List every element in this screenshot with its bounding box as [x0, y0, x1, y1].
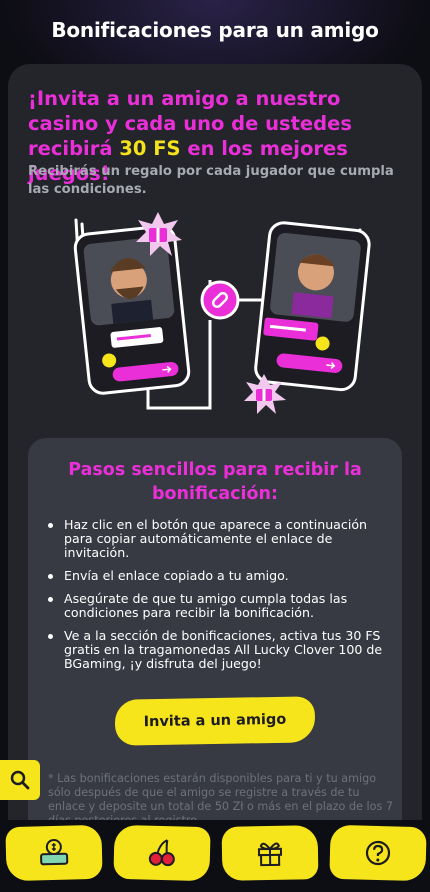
nav-bonuses[interactable] — [221, 825, 319, 881]
nav-games[interactable] — [113, 824, 211, 882]
step-item: Haz clic en el botón que aparece a conti… — [44, 518, 384, 560]
nav-help[interactable] — [329, 824, 427, 882]
step-item: Envía el enlace copiado a tu amigo. — [44, 569, 384, 583]
invite-illustration — [73, 212, 371, 414]
gift-icon — [257, 842, 283, 867]
nav-deposit[interactable] — [5, 824, 103, 882]
step-item: Ve a la sección de bonificaciones, activ… — [44, 629, 384, 671]
steps-title: Pasos sencillos para recibir la bonifica… — [68, 460, 362, 504]
cherries-icon — [148, 839, 175, 867]
steps-list: Haz clic en el botón que aparece a conti… — [44, 518, 384, 680]
headline-highlight: 30 FS — [119, 137, 181, 160]
help-icon — [365, 840, 391, 866]
search-button[interactable] — [0, 760, 40, 800]
invite-friend-button[interactable]: Invita a un amigo — [114, 696, 316, 746]
money-deposit-icon — [40, 839, 69, 866]
promo-subtext: Recibirás un regalo por cada jugador que… — [28, 164, 394, 197]
search-icon — [10, 770, 30, 790]
page-title: Bonificaciones para un amigo — [51, 18, 379, 42]
step-item: Asegúrate de que tu amigo cumpla todas l… — [44, 592, 384, 620]
